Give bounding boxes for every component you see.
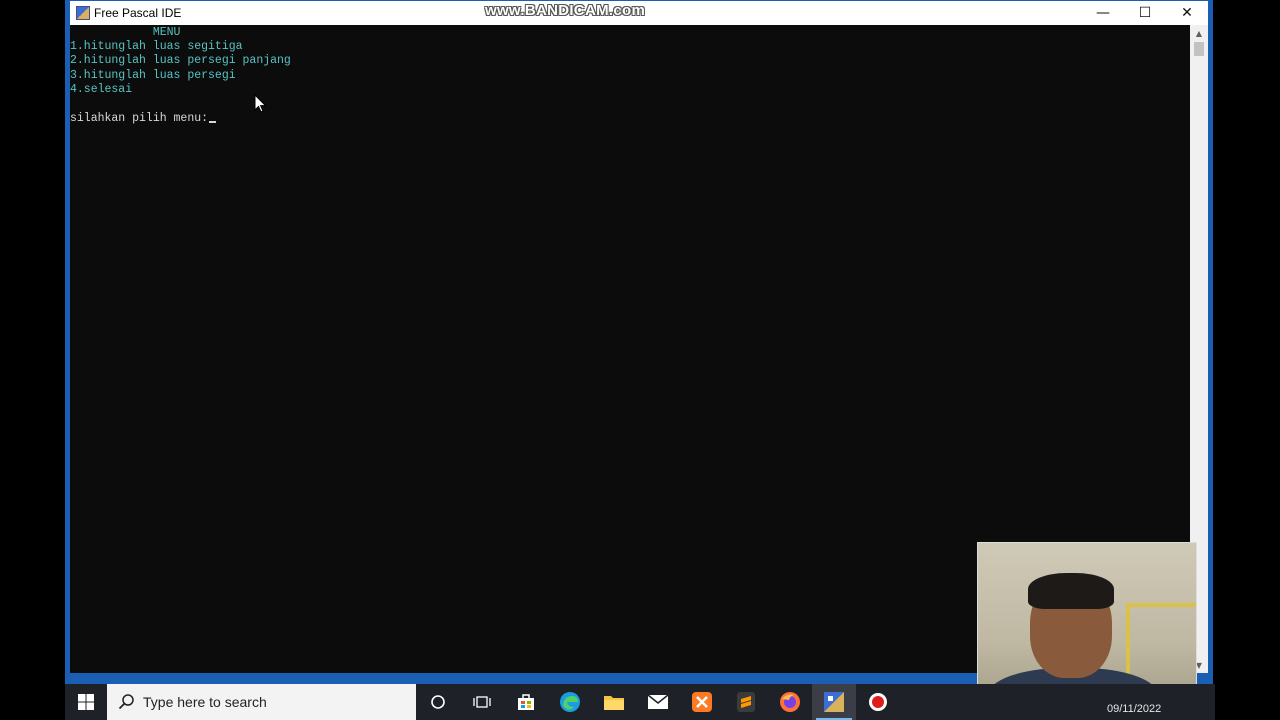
minimize-button[interactable]: — [1082, 1, 1124, 25]
webcam-person-hair [1028, 573, 1114, 609]
cortana-button[interactable] [416, 684, 460, 720]
search-placeholder: Type here to search [143, 694, 267, 710]
file-explorer-icon [604, 696, 624, 710]
prompt-text: silahkan pilih menu: [70, 112, 209, 125]
windows-start-icon [78, 694, 94, 710]
mail-icon [647, 694, 669, 709]
free-pascal-taskbar-button[interactable] [812, 684, 856, 720]
sublime-text-icon [737, 692, 755, 712]
menu-heading: MENU [70, 26, 181, 39]
firefox-icon [780, 692, 800, 712]
menu-option-4: 4.selesai [70, 83, 133, 96]
file-explorer-button[interactable] [592, 684, 636, 720]
search-icon [118, 694, 134, 710]
start-button[interactable] [65, 684, 107, 720]
bandicam-button[interactable] [856, 684, 900, 720]
firefox-button[interactable] [768, 684, 812, 720]
window-controls: — ☐ ✕ [1082, 1, 1208, 25]
edge-icon [560, 692, 580, 712]
menu-option-3: 3.hitunglah luas persegi [70, 69, 236, 82]
window-title: Free Pascal IDE [94, 6, 182, 20]
menu-option-2: 2.hitunglah luas persegi panjang [70, 54, 291, 67]
text-cursor [209, 121, 217, 123]
task-view-icon [473, 696, 491, 708]
free-pascal-icon [824, 692, 844, 712]
close-button[interactable]: ✕ [1166, 1, 1208, 25]
bandicam-record-icon [869, 693, 887, 711]
xampp-button[interactable] [680, 684, 724, 720]
bandicam-watermark: www.BANDICAM.com [485, 2, 646, 19]
taskbar-search-box[interactable]: Type here to search [107, 684, 416, 720]
mail-button[interactable] [636, 684, 680, 720]
scroll-up-arrow-icon[interactable]: ▲ [1190, 25, 1208, 41]
maximize-button[interactable]: ☐ [1124, 1, 1166, 25]
edge-button[interactable] [548, 684, 592, 720]
store-button[interactable] [504, 684, 548, 720]
cortana-icon [431, 695, 445, 709]
mouse-pointer-icon [254, 94, 267, 113]
sublime-text-button[interactable] [724, 684, 768, 720]
free-pascal-app-icon [76, 6, 90, 20]
task-view-button[interactable] [460, 684, 504, 720]
store-icon [518, 694, 534, 710]
scroll-thumb[interactable] [1194, 42, 1204, 56]
xampp-icon [692, 692, 712, 712]
taskbar: Type here to search 09/11/2022 [65, 684, 1215, 720]
menu-option-1: 1.hitunglah luas segitiga [70, 40, 243, 53]
prompt-line: silahkan pilih menu: [70, 112, 217, 126]
taskbar-date[interactable]: 09/11/2022 [1107, 703, 1161, 715]
